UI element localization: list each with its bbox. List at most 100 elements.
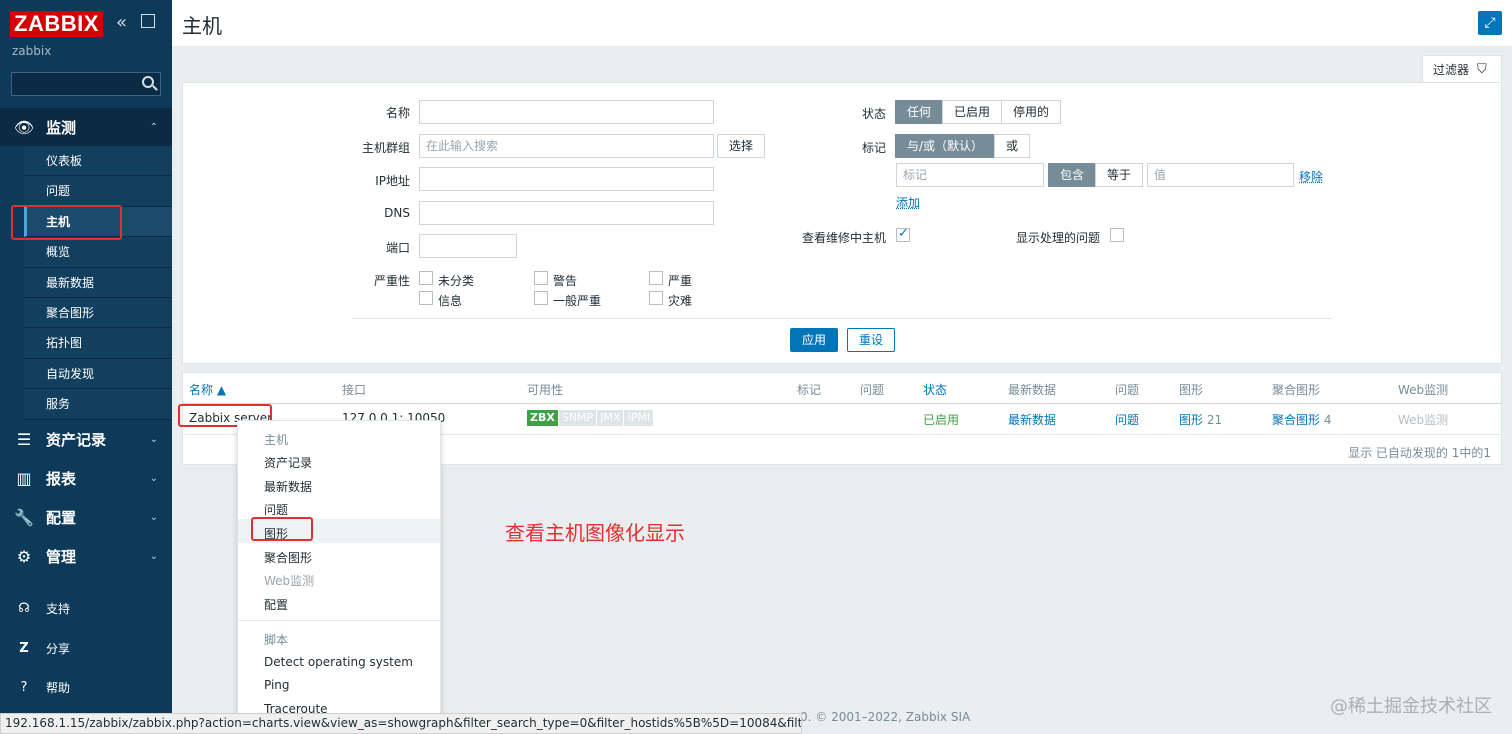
status-label: 状态 [861,107,886,121]
ctx-item-problems[interactable]: 问题 [264,501,288,518]
sidebar-item-screens[interactable]: 聚合图形 [24,297,172,329]
share-z-icon: Z [19,640,29,656]
graphs-link[interactable]: 图形 [1179,413,1203,427]
name-input[interactable] [419,100,714,124]
menu-support[interactable]: ☊ 支持 [0,590,172,626]
filter-tab[interactable]: 过滤器 ⛉ [1422,55,1502,83]
menu-share[interactable]: Z 分享 [0,630,172,666]
tags-logic-segmented: 与/或（默认） 或 [895,134,1031,158]
ctx-item-web: Web监测 [264,574,315,588]
sidebar-item-latest-data[interactable]: 最新数据 [24,267,172,298]
status-enabled-option[interactable]: 已启用 [942,100,1003,124]
graphs-count: 21 [1206,413,1223,427]
sidebar-search-input[interactable] [11,72,161,96]
sidebar-item-discovery[interactable]: 自动发现 [24,358,172,390]
chevron-down-icon: ⌄ [149,433,158,445]
menu-help[interactable]: ? 帮助 [0,669,172,705]
ctx-item-inventory[interactable]: 资产记录 [264,454,312,471]
page-title: 主机 [182,14,222,38]
severity-information-checkbox[interactable] [419,291,433,305]
suppressed-checkbox[interactable] [1110,228,1124,242]
sidebar-item-services[interactable]: 服务 [24,389,172,420]
ctx-scripts-header: 脚本 [264,633,289,647]
ctx-separator [238,620,440,621]
severity-average-label: 一般严重 [553,294,602,308]
tag-equals-option[interactable]: 等于 [1095,163,1144,187]
add-tag-link[interactable]: 添加 [896,194,920,211]
table-footer: 显示 已自动发现的 1中的1 [1348,446,1491,460]
tags-and-or-option[interactable]: 与/或（默认） [895,134,996,158]
status-any-option[interactable]: 任何 [895,100,944,124]
menu-inventory[interactable]: ☰ 资产记录 ⌄ [0,420,172,458]
monitoring-submenu: 仪表板 问题 主机 概览 最新数据 聚合图形 拓扑图 自动发现 服务 [24,146,172,420]
severity-warning-checkbox[interactable] [534,271,548,285]
menu-reports[interactable]: ▥ 报表 ⌄ [0,459,172,497]
sidebar-item-maps[interactable]: 拓扑图 [24,328,172,359]
port-input[interactable] [419,234,517,258]
apply-button[interactable]: 应用 [790,328,838,352]
screens-link[interactable]: 聚合图形 [1272,413,1320,427]
copyright-footer: 0. © 2001–2022, Zabbix SIA [800,710,971,724]
ip-input[interactable] [419,167,714,191]
kiosk-mode-icon[interactable] [141,14,155,28]
ctx-item-graphs[interactable]: 图形 [264,525,288,542]
ipmi-badge: IPMI [624,410,655,426]
tags-or-option[interactable]: 或 [994,134,1031,158]
port-label: 端口 [385,241,410,255]
ctx-item-configuration[interactable]: 配置 [264,596,288,613]
filter-tab-label: 过滤器 [1433,63,1470,77]
ctx-item-latest-data[interactable]: 最新数据 [264,478,312,495]
severity-average-checkbox[interactable] [534,291,548,305]
problems-link[interactable]: 问题 [1115,411,1139,428]
web-monitoring-link: Web监测 [1398,413,1449,427]
question-icon: ? [20,679,28,695]
sidebar-item-hosts[interactable]: 主机 [24,206,172,238]
tags-label: 标记 [861,141,886,155]
select-button[interactable]: 选择 [717,134,765,158]
chevron-down-icon: ⌄ [149,472,158,484]
status-disabled-option[interactable]: 停用的 [1001,100,1062,124]
col-graphs-header: 图形 [1179,383,1204,397]
col-status-header[interactable]: 状态 [923,381,947,398]
sidebar-item-problems[interactable]: 问题 [24,176,172,207]
severity-not-classified-checkbox[interactable] [419,271,433,285]
latest-data-link[interactable]: 最新数据 [1008,411,1056,428]
menu-configuration[interactable]: 🔧 配置 ⌄ [0,498,172,536]
host-status[interactable]: 已启用 [923,411,959,428]
severity-high-checkbox[interactable] [649,271,663,285]
menu-share-label: 分享 [46,641,71,656]
graphs-cell: 图形 21 [1179,411,1222,428]
ctx-item-screens[interactable]: 聚合图形 [264,549,312,566]
dns-input[interactable] [419,201,714,225]
browser-status-url: 192.168.1.15/zabbix/zabbix.php?action=ch… [0,713,802,734]
bar-chart-icon: ▥ [16,468,32,488]
maintenance-checkbox[interactable] [896,226,910,242]
page-header: 主机 ⤢ [172,0,1512,46]
tag-value-input[interactable]: 值 [1147,163,1294,187]
reset-button[interactable]: 重设 [847,328,895,352]
tag-contains-option[interactable]: 包含 [1048,163,1097,187]
fullscreen-icon[interactable]: ⤢ [1478,11,1502,35]
double-chevron-left-icon[interactable]: « [116,12,127,33]
ctx-host-header: 主机 [264,433,289,447]
menu-administration[interactable]: ⚙ 管理 ⌄ [0,537,172,575]
ctx-script-detect-os[interactable]: Detect operating system [264,655,413,669]
tag-name-input[interactable]: 标记 [896,163,1044,187]
search-icon[interactable] [142,76,154,88]
severity-high-label: 严重 [668,274,693,288]
logo-row: ZABBIX « [0,0,172,44]
ctx-script-ping[interactable]: Ping [264,678,290,692]
severity-disaster-checkbox[interactable] [649,291,663,305]
sidebar-item-dashboard[interactable]: 仪表板 [24,146,172,177]
remove-tag-link[interactable]: 移除 [1299,168,1323,185]
chevron-down-icon: ⌄ [149,511,158,523]
zabbix-logo[interactable]: ZABBIX [10,11,103,37]
severity-label: 严重性 [373,274,410,288]
server-name: zabbix [12,44,52,58]
menu-monitoring[interactable]: 👁 监测 ⌃ [0,108,172,146]
hostgroup-input[interactable]: 在此输入搜索 [419,134,714,158]
watermark: @稀土掘金技术社区 [1330,696,1492,717]
sidebar-item-overview[interactable]: 概览 [24,237,172,268]
col-name-header[interactable]: 名称 ▲ [189,381,226,398]
severity-not-classified-label: 未分类 [438,274,475,288]
